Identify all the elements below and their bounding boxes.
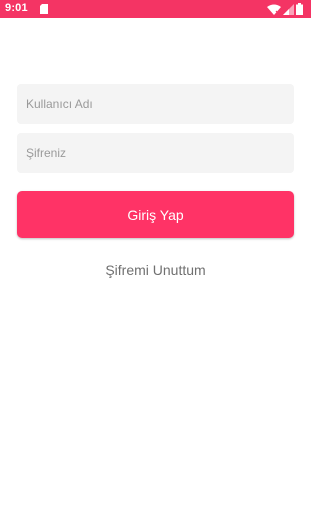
signal-icon — [283, 3, 294, 15]
battery-icon — [296, 3, 303, 15]
sd-card-icon — [40, 4, 48, 14]
forgot-password-link[interactable]: Şifremi Unuttum — [0, 262, 311, 278]
password-input[interactable] — [17, 133, 294, 173]
status-bar: 9:01 — [0, 0, 311, 18]
status-time: 9:01 — [5, 2, 28, 14]
status-icons — [267, 3, 303, 15]
wifi-icon — [267, 4, 281, 15]
username-field[interactable] — [17, 84, 294, 124]
login-button[interactable]: Giriş Yap — [17, 191, 294, 238]
password-field[interactable] — [17, 133, 294, 173]
username-input[interactable] — [17, 84, 294, 124]
